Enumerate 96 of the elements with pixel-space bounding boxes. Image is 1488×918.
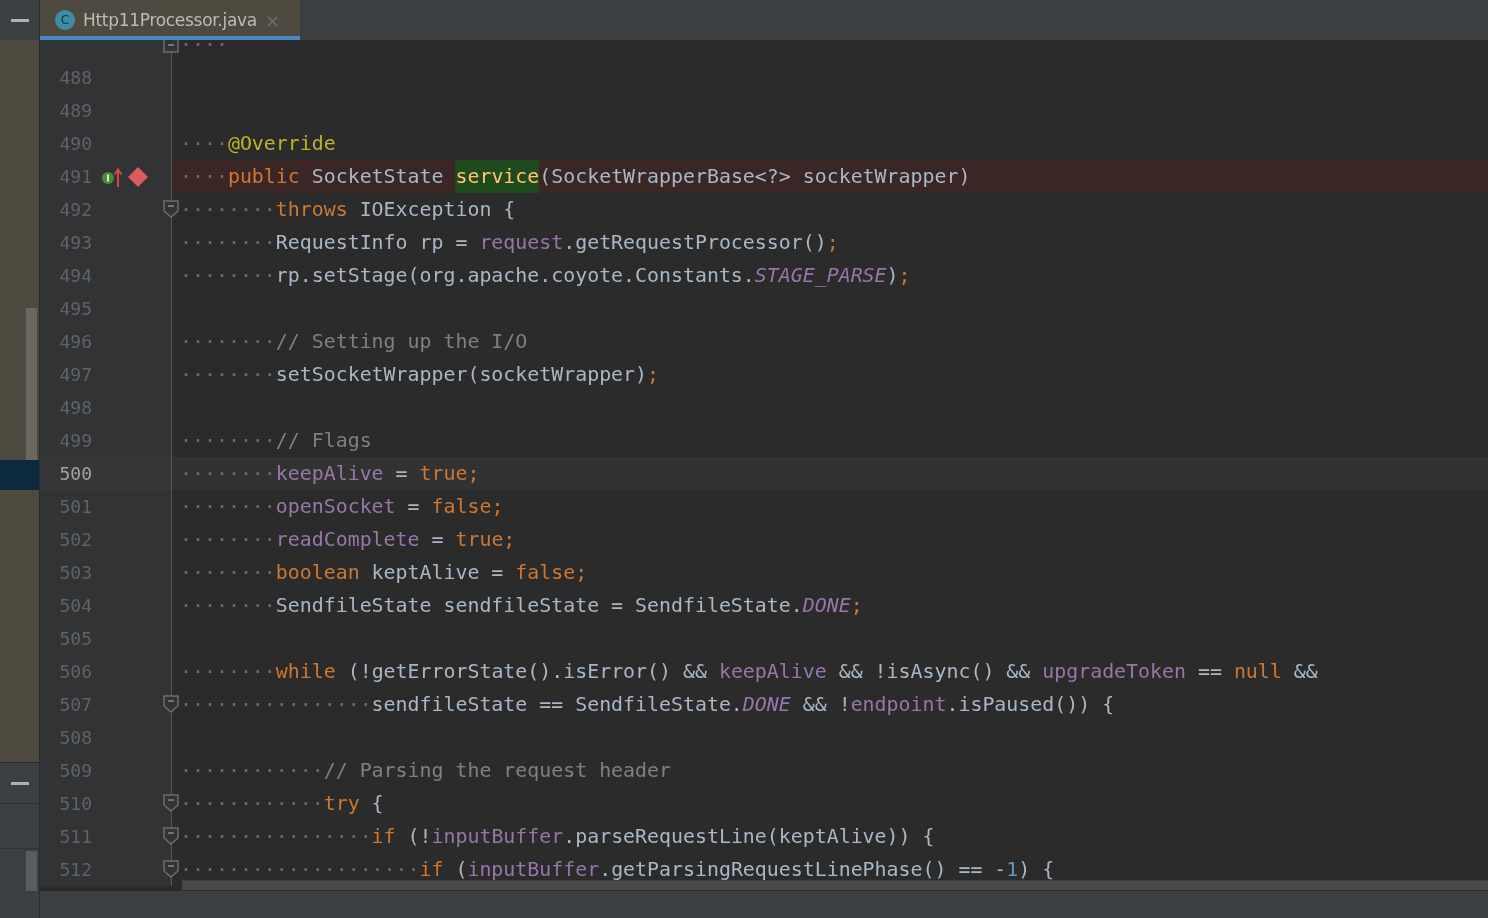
field-name: request: [479, 231, 564, 254]
keyword-text: if: [371, 825, 396, 848]
class-icon: C: [55, 10, 75, 30]
code-text: (!getErrorState().isError() &&: [346, 660, 708, 683]
code-text: setSocketWrapper(socketWrapper): [275, 363, 648, 386]
breakpoint-icon[interactable]: [128, 166, 148, 187]
scrollbar-thumb[interactable]: [26, 851, 37, 891]
fold-marker-icon[interactable]: [163, 40, 179, 53]
keyword-text: ;: [850, 594, 863, 617]
whitespace-guide: ········: [180, 660, 276, 683]
whitespace-guide: ········: [180, 363, 276, 386]
field-name: keepAlive: [275, 462, 384, 485]
constant-name: STAGE_PARSE: [754, 264, 887, 287]
keyword-text: true;: [419, 462, 480, 485]
code-comment: // Parsing the request header: [323, 759, 671, 782]
whitespace-guide: ········: [180, 330, 276, 353]
whitespace-guide: ········: [180, 495, 276, 518]
keyword-text: ;: [647, 363, 660, 386]
keyword-text: ;: [898, 264, 911, 287]
keyword-text: false;: [431, 495, 504, 518]
code-text: .isPaused()) {: [946, 693, 1115, 716]
editor-tab[interactable]: C Http11Processor.java ×: [40, 0, 300, 40]
field-name: upgradeToken: [1042, 660, 1186, 683]
code-text: && !: [801, 693, 851, 716]
horizontal-scrollbar[interactable]: [182, 880, 1488, 890]
keyword-text: try: [323, 792, 360, 815]
keyword-text: boolean: [275, 561, 360, 584]
keyword-text: true;: [455, 528, 516, 551]
code-text: =: [430, 528, 445, 551]
code-text: {: [370, 792, 384, 815]
keyword-text: while: [275, 660, 336, 683]
constant-name: DONE: [742, 693, 791, 716]
whitespace-guide: ············: [180, 792, 324, 815]
minimize-icon[interactable]: [10, 781, 29, 785]
code-text: IOException {: [358, 198, 516, 221]
field-name: inputBuffer: [431, 825, 564, 848]
code-text: ==: [1196, 660, 1223, 683]
implements-arrow-icon[interactable]: [101, 165, 123, 188]
code-text: ) {: [1018, 858, 1055, 881]
constant-name: DONE: [802, 594, 851, 617]
whitespace-guide: ········: [180, 561, 276, 584]
whitespace-guide: ················: [180, 825, 372, 848]
code-text: RequestInfo rp =: [275, 231, 469, 254]
code-text: SendfileState sendfileState = SendfileState.: [275, 594, 803, 617]
number-literal: 1: [1006, 858, 1019, 881]
code-text: (!: [406, 825, 432, 848]
code-text: && !isAsync() &&: [837, 660, 1032, 683]
whitespace-guide: ········: [180, 231, 276, 254]
code-comment: // Flags: [275, 429, 372, 452]
minimize-icon[interactable]: [10, 18, 29, 22]
code-text: (: [454, 858, 468, 881]
whitespace-guide: ········: [180, 462, 276, 485]
whitespace-guide: ····: [180, 132, 228, 155]
whitespace-guide: ········: [180, 198, 276, 221]
fold-marker-icon[interactable]: [163, 827, 179, 845]
method-name: service: [455, 160, 540, 193]
code-text: keptAlive =: [370, 561, 505, 584]
fold-marker-icon[interactable]: [163, 200, 179, 218]
code-text: =: [394, 462, 409, 485]
line-number: 500: [58, 463, 92, 484]
keyword-text: false;: [515, 561, 588, 584]
keyword-text: throws: [275, 198, 348, 221]
field-name: openSocket: [275, 495, 396, 518]
code-text: .parseRequestLine(keptAlive)) {: [563, 825, 935, 848]
whitespace-guide: ····: [180, 40, 228, 56]
field-name: keepAlive: [718, 660, 827, 683]
field-name: readComplete: [275, 528, 420, 551]
code-text: =: [406, 495, 421, 518]
fold-marker-icon[interactable]: [163, 695, 179, 713]
code-text: SocketState: [310, 165, 445, 188]
field-name: endpoint: [850, 693, 947, 716]
whitespace-guide: ········: [180, 264, 276, 287]
field-name: inputBuffer: [467, 858, 600, 881]
keyword-text: if: [419, 858, 444, 881]
fold-marker-icon[interactable]: [163, 794, 179, 812]
code-text: .getRequestProcessor(): [563, 231, 827, 254]
whitespace-guide: ····················: [180, 858, 420, 881]
code-text: &&: [1292, 660, 1318, 683]
annotation-text: @Override: [227, 132, 336, 155]
keyword-text: ;: [826, 231, 839, 254]
code-text: (SocketWrapperBase<?> socketWrapper): [539, 165, 971, 188]
fold-marker-icon[interactable]: [163, 860, 179, 878]
whitespace-guide: ············: [180, 759, 324, 782]
code-text: rp.setStage(org.apache.coyote.Constants.: [275, 264, 755, 287]
whitespace-guide: ········: [180, 528, 276, 551]
whitespace-guide: ····: [180, 165, 228, 188]
whitespace-guide: ········: [180, 429, 276, 452]
code-text: .getParsingRequestLinePhase() == -: [599, 858, 1007, 881]
whitespace-guide: ········: [180, 594, 276, 617]
whitespace-guide: ················: [180, 693, 372, 716]
keyword-text: null: [1233, 660, 1282, 683]
code-comment: // Setting up the I/O: [275, 330, 528, 353]
keyword-text: public: [227, 165, 300, 188]
code-text: ): [886, 264, 899, 287]
code-text: sendfileState == SendfileState.: [371, 693, 743, 716]
scrollbar-thumb[interactable]: [26, 308, 37, 460]
